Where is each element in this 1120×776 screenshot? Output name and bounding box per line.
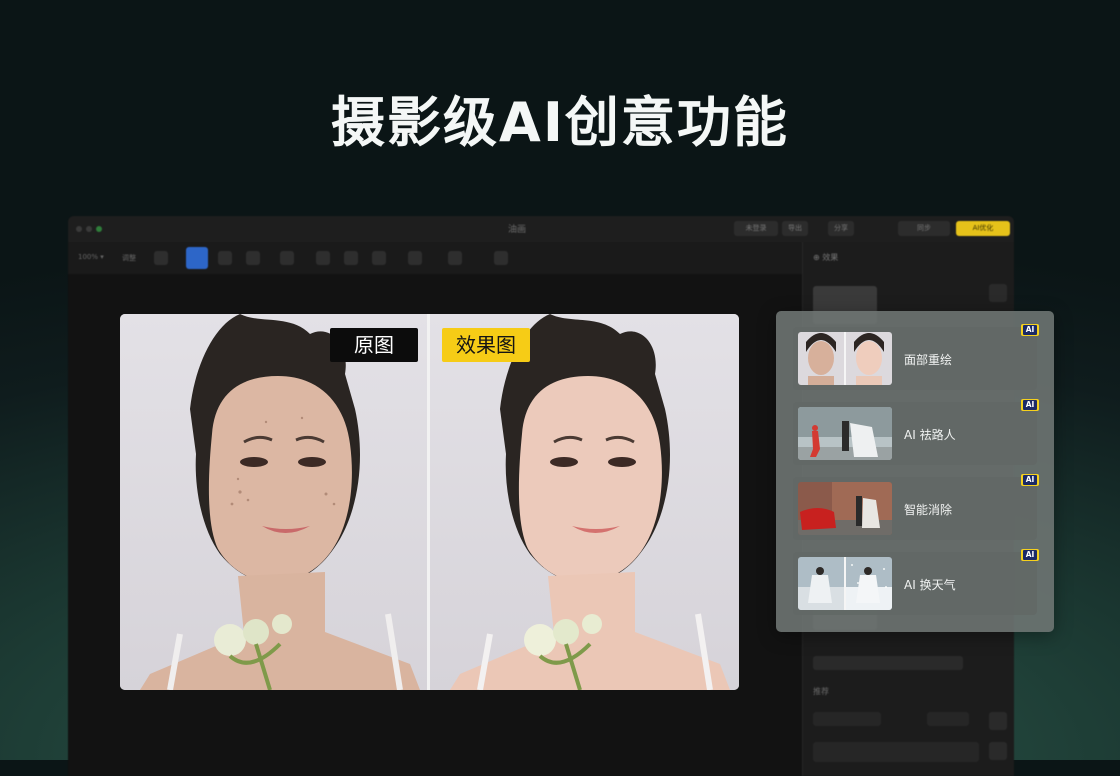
ai-features-panel: 面部重绘 AI AI 祛路人 AI 智能消除 AI AI 换天气 AI [776, 311, 1054, 632]
preset-row[interactable] [813, 742, 979, 762]
remove-passerby-thumbnail [798, 407, 892, 460]
dropdown-field[interactable] [927, 712, 969, 726]
adjust-label[interactable]: 调整 [122, 253, 136, 263]
share-button[interactable]: 分享 [828, 221, 854, 236]
shape-tool-icon[interactable] [408, 251, 422, 265]
ai-badge-icon: AI [1021, 474, 1039, 486]
login-button[interactable]: 未登录 [734, 221, 778, 236]
close-dot-icon[interactable] [76, 226, 82, 232]
sync-button[interactable]: 同步 [898, 221, 950, 236]
comparison-divider[interactable] [427, 314, 430, 690]
layers-icon[interactable] [989, 712, 1007, 730]
maximize-dot-icon[interactable] [96, 226, 102, 232]
minimize-dot-icon[interactable] [86, 226, 92, 232]
export-button[interactable]: 导出 [782, 221, 808, 236]
smart-erase-thumbnail [798, 482, 892, 535]
clone-tool-icon[interactable] [344, 251, 358, 265]
feature-label: 智能消除 [904, 503, 953, 517]
comparison-image: 原图 效果图 [120, 314, 739, 690]
feature-card-smart-erase[interactable]: 智能消除 AI [793, 474, 1039, 540]
face-retouch-thumbnail [798, 332, 892, 385]
feature-label: 面部重绘 [904, 353, 953, 367]
feature-card-remove-passerby[interactable]: AI 祛路人 AI [793, 399, 1039, 465]
ai-badge-icon: AI [1021, 549, 1039, 561]
effect-photo [430, 314, 739, 690]
select-tool-icon[interactable] [186, 247, 208, 269]
original-photo [120, 314, 427, 690]
title-bar: 油画 未登录 导出 分享 同步 AI优化 [68, 216, 1014, 242]
history-icon[interactable] [989, 742, 1007, 760]
ai-badge-icon: AI [1021, 399, 1039, 411]
feature-card-face-retouch[interactable]: 面部重绘 AI [793, 324, 1039, 390]
feature-card-weather-change[interactable]: AI 换天气 AI [793, 549, 1039, 615]
brush-tool-icon[interactable] [280, 251, 294, 265]
zoom-select[interactable]: 100% ▾ [78, 253, 104, 261]
pen-tool-icon[interactable] [448, 251, 462, 265]
ai-optimize-button[interactable]: AI优化 [956, 221, 1010, 236]
original-label: 原图 [330, 328, 418, 362]
lasso-tool-icon[interactable] [246, 251, 260, 265]
heal-tool-icon[interactable] [316, 251, 330, 265]
stamp-tool-icon[interactable] [372, 251, 386, 265]
recommend-section-label: 推荐 [813, 687, 829, 696]
text-tool-icon[interactable] [494, 251, 508, 265]
feature-label: AI 换天气 [904, 578, 956, 592]
slider-track[interactable] [813, 656, 963, 670]
move-tool-icon[interactable] [218, 251, 232, 265]
weather-change-thumbnail [798, 557, 892, 610]
panel-toggle-icon[interactable] [989, 284, 1007, 302]
crop-tool-icon[interactable] [154, 251, 168, 265]
effects-panel-title: ⊕ 效果 [813, 253, 839, 262]
document-title: 油画 [508, 225, 527, 235]
feature-label: AI 祛路人 [904, 428, 956, 442]
dropdown-field[interactable] [813, 712, 881, 726]
effect-label: 效果图 [442, 328, 530, 362]
headline: 摄影级AI创意功能 [331, 91, 789, 154]
ai-badge-icon: AI [1021, 324, 1039, 336]
